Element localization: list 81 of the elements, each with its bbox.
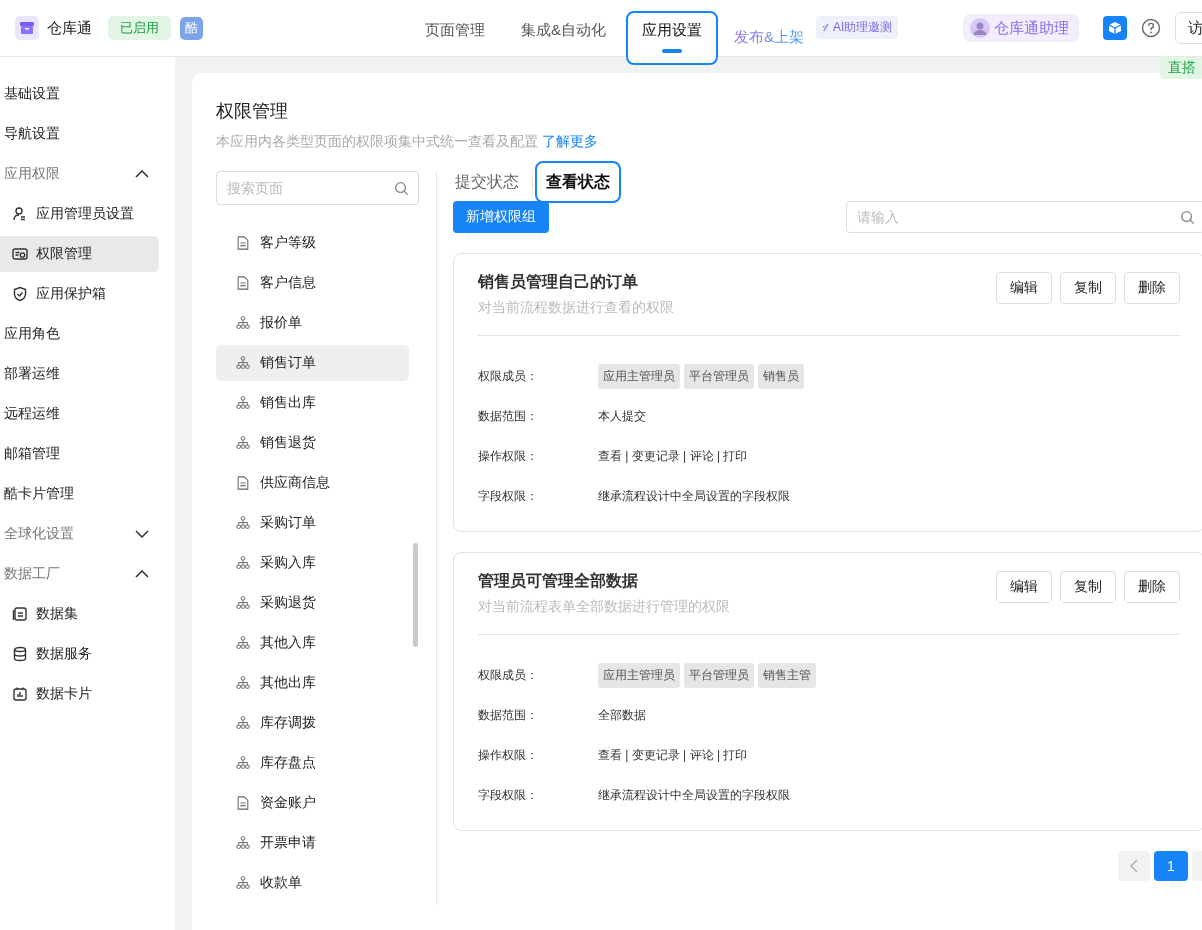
- sidebar-item[interactable]: 酷卡片管理: [0, 476, 159, 512]
- page-list-item[interactable]: 销售出库: [216, 385, 409, 421]
- sidebar-item[interactable]: 基础设置: [0, 76, 159, 112]
- visit-button[interactable]: 访: [1175, 12, 1202, 44]
- page-list-item[interactable]: 其他出库: [216, 665, 409, 701]
- nav-tab[interactable]: 应用设置: [626, 10, 718, 65]
- group-action-button[interactable]: 编辑: [996, 571, 1052, 603]
- learn-more-link[interactable]: 了解更多: [541, 133, 598, 149]
- page-list-item[interactable]: 报价单: [216, 305, 409, 341]
- add-group-button[interactable]: 新增权限组: [453, 201, 549, 233]
- page-list-item[interactable]: 客户信息: [216, 265, 409, 301]
- sidebar-group[interactable]: 应用权限: [0, 156, 159, 192]
- field-label: 操作权限：: [478, 447, 539, 465]
- field-label: 数据范围：: [478, 407, 539, 425]
- field-value: 查看 | 变更记录 | 评论 | 打印: [598, 746, 748, 764]
- field-label: 操作权限：: [478, 746, 539, 764]
- field-value: 继承流程设计中全局设置的字段权限: [598, 487, 790, 505]
- ai-badge: AI助理邀测: [816, 15, 899, 39]
- group-action-button[interactable]: 删除: [1124, 571, 1180, 603]
- group-description: 对当前流程数据进行查看的权限: [478, 299, 674, 317]
- member-tag: 平台管理员: [684, 662, 754, 688]
- group-action-button[interactable]: 删除: [1124, 272, 1180, 304]
- status-tab[interactable]: 提交状态: [453, 161, 530, 203]
- field-value: 继承流程设计中全局设置的字段权限: [598, 786, 790, 804]
- page-title: 权限管理: [216, 100, 289, 123]
- page-list-item[interactable]: 客户等级: [216, 225, 409, 261]
- sidebar-item[interactable]: 远程运维: [0, 396, 159, 432]
- side-badge: 直搭: [1160, 57, 1202, 79]
- group-action-button[interactable]: 复制: [1060, 571, 1116, 603]
- group-action-button[interactable]: 编辑: [996, 272, 1052, 304]
- field-label: 权限成员：: [478, 367, 539, 385]
- app-name: 仓库通: [47, 18, 92, 38]
- sidebar-group[interactable]: 全球化设置: [0, 516, 159, 552]
- group-action-button[interactable]: 复制: [1060, 272, 1116, 304]
- status-badge: 已启用: [108, 16, 171, 40]
- group-title: 管理员可管理全部数据: [478, 571, 639, 591]
- assistant-button[interactable]: 仓库通助理: [963, 14, 1079, 42]
- sidebar-item[interactable]: 导航设置: [0, 116, 159, 152]
- field-label: 数据范围：: [478, 706, 539, 724]
- field-label: 字段权限：: [478, 487, 539, 505]
- field-value: 查看 | 变更记录 | 评论 | 打印: [598, 447, 748, 465]
- page-list-item[interactable]: 销售退货: [216, 425, 409, 461]
- field-label: 字段权限：: [478, 786, 539, 804]
- page-list-item[interactable]: 开票申请: [216, 825, 409, 861]
- page-number-button[interactable]: 1: [1154, 851, 1188, 881]
- field-value: 全部数据: [598, 706, 646, 724]
- sidebar-item[interactable]: 权限管理: [0, 236, 159, 272]
- group-description: 对当前流程表单全部数据进行管理的权限: [478, 598, 730, 616]
- page-list-item[interactable]: 收款单: [216, 865, 409, 901]
- page-list-item[interactable]: 库存盘点: [216, 745, 409, 781]
- sidebar-item[interactable]: 应用角色: [0, 316, 159, 352]
- member-tag: 应用主管理员: [598, 363, 680, 389]
- page-list-item[interactable]: 采购退货: [216, 585, 409, 621]
- nav-tab[interactable]: 页面管理: [409, 10, 501, 65]
- app-badge: 酷: [180, 16, 203, 40]
- sidebar-item[interactable]: 数据集: [0, 596, 159, 632]
- page-list-item[interactable]: 库存调拨: [216, 705, 409, 741]
- page-search-field[interactable]: 搜索页面: [216, 171, 419, 205]
- page-list-item[interactable]: 采购入库: [216, 545, 409, 581]
- sidebar-item[interactable]: 部署运维: [0, 356, 159, 392]
- sidebar-item[interactable]: 应用保护箱: [0, 276, 159, 312]
- page-description: 本应用内各类型页面的权限项集中式统一查看及配置 了解更多: [216, 133, 599, 151]
- field-label: 权限成员：: [478, 666, 539, 684]
- sidebar-group[interactable]: 数据工厂: [0, 556, 159, 592]
- sidebar-item[interactable]: 邮箱管理: [0, 436, 159, 472]
- group-search-field[interactable]: 请输入: [846, 201, 1202, 233]
- member-tag: 平台管理员: [684, 363, 754, 389]
- member-tag: 应用主管理员: [598, 662, 680, 688]
- group-title: 销售员管理自己的订单: [478, 272, 639, 292]
- member-tag: 销售员: [758, 363, 804, 389]
- page-list-item[interactable]: 供应商信息: [216, 465, 409, 501]
- sidebar-item[interactable]: 应用管理员设置: [0, 196, 159, 232]
- page-list-item[interactable]: 其他入库: [216, 625, 409, 661]
- nav-tab[interactable]: 集成&自动化: [505, 10, 622, 65]
- page-list-item[interactable]: 资金账户: [216, 785, 409, 821]
- field-value: 本人提交: [598, 407, 646, 425]
- page-list-item[interactable]: 采购订单: [216, 505, 409, 541]
- sidebar-item[interactable]: 数据服务: [0, 636, 159, 672]
- page-list-item[interactable]: 销售订单: [216, 345, 409, 381]
- member-tag: 销售主管: [758, 662, 816, 688]
- sidebar-item[interactable]: 数据卡片: [0, 676, 159, 712]
